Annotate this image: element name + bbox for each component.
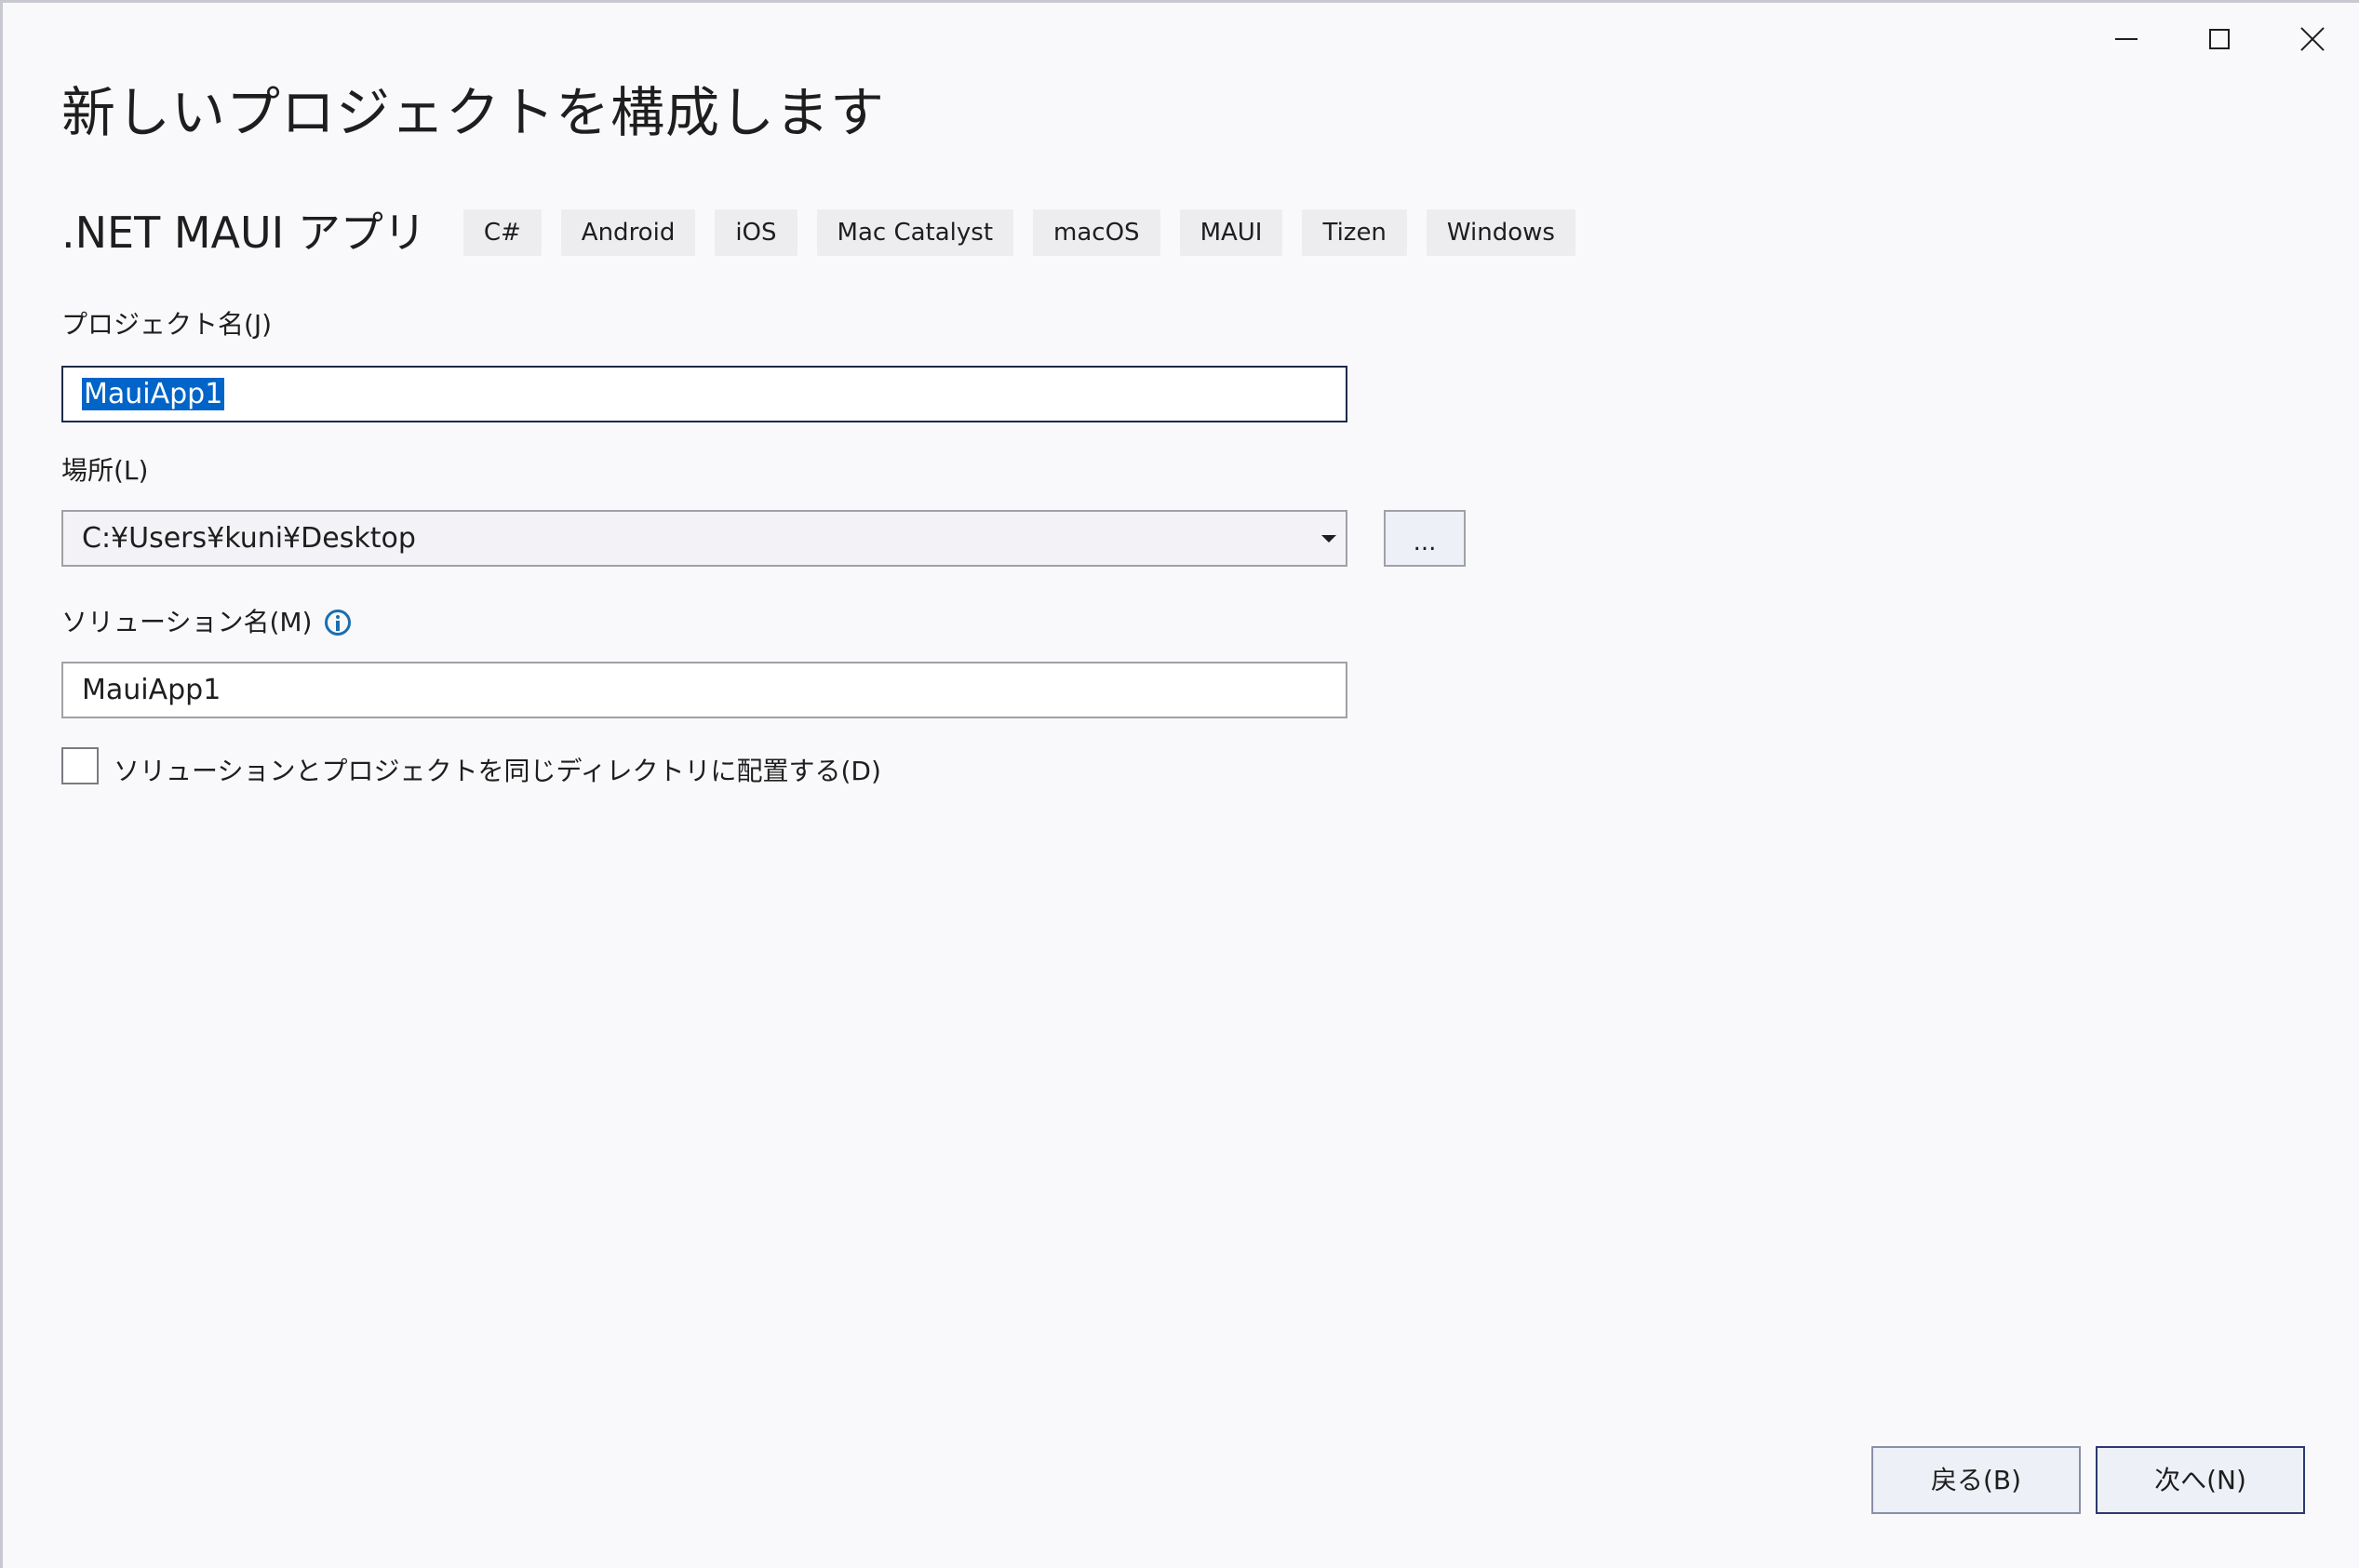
solution-name-label: ソリューション名(M) xyxy=(61,607,313,637)
location-value: C:¥Users¥kuni¥Desktop xyxy=(82,522,416,555)
same-directory-label[interactable]: ソリューションとプロジェクトを同じディレクトリに配置する(D) xyxy=(114,753,881,790)
template-header: .NET MAUI アプリ C# Android iOS Mac Catalys… xyxy=(61,200,1595,265)
project-name-label: プロジェクト名(J) xyxy=(61,309,273,340)
dialog-window: 新しいプロジェクトを構成します .NET MAUI アプリ C# Android… xyxy=(0,0,2359,1568)
template-name: .NET MAUI アプリ xyxy=(61,208,426,258)
tag-windows: Windows xyxy=(1426,209,1575,256)
minimize-icon xyxy=(2115,38,2138,40)
tag-mac-catalyst: Mac Catalyst xyxy=(816,209,1014,256)
tag-tizen: Tizen xyxy=(1302,209,1407,256)
project-name-value: MauiApp1 xyxy=(82,378,225,410)
chevron-down-icon[interactable] xyxy=(1321,535,1336,543)
minimize-button[interactable] xyxy=(2080,14,2173,64)
next-button[interactable]: 次へ(N) xyxy=(2096,1446,2305,1514)
close-icon xyxy=(2300,27,2325,51)
same-directory-checkbox[interactable] xyxy=(61,747,99,784)
info-icon[interactable] xyxy=(325,610,352,636)
solution-name-value: MauiApp1 xyxy=(82,674,221,706)
tag-macos: macOS xyxy=(1033,209,1160,256)
maximize-icon xyxy=(2209,29,2230,49)
tag-maui: MAUI xyxy=(1179,209,1283,256)
solution-name-input[interactable]: MauiApp1 xyxy=(61,662,1347,718)
tag-android: Android xyxy=(560,209,696,256)
same-directory-option[interactable]: ソリューションとプロジェクトを同じディレクトリに配置する(D) xyxy=(61,747,881,786)
page-title: 新しいプロジェクトを構成します xyxy=(61,81,886,144)
project-name-input[interactable]: MauiApp1 xyxy=(61,366,1347,422)
location-combobox[interactable]: C:¥Users¥kuni¥Desktop xyxy=(61,510,1347,567)
tag-ios: iOS xyxy=(715,209,798,256)
window-controls xyxy=(2080,14,2359,64)
location-label: 場所(L) xyxy=(61,455,149,486)
solution-name-label-row: ソリューション名(M) xyxy=(61,604,352,641)
maximize-button[interactable] xyxy=(2173,14,2266,64)
tag-csharp: C# xyxy=(462,209,542,256)
back-button[interactable]: 戻る(B) xyxy=(1871,1446,2081,1514)
browse-button[interactable]: ... xyxy=(1384,510,1466,567)
close-button[interactable] xyxy=(2266,14,2359,64)
